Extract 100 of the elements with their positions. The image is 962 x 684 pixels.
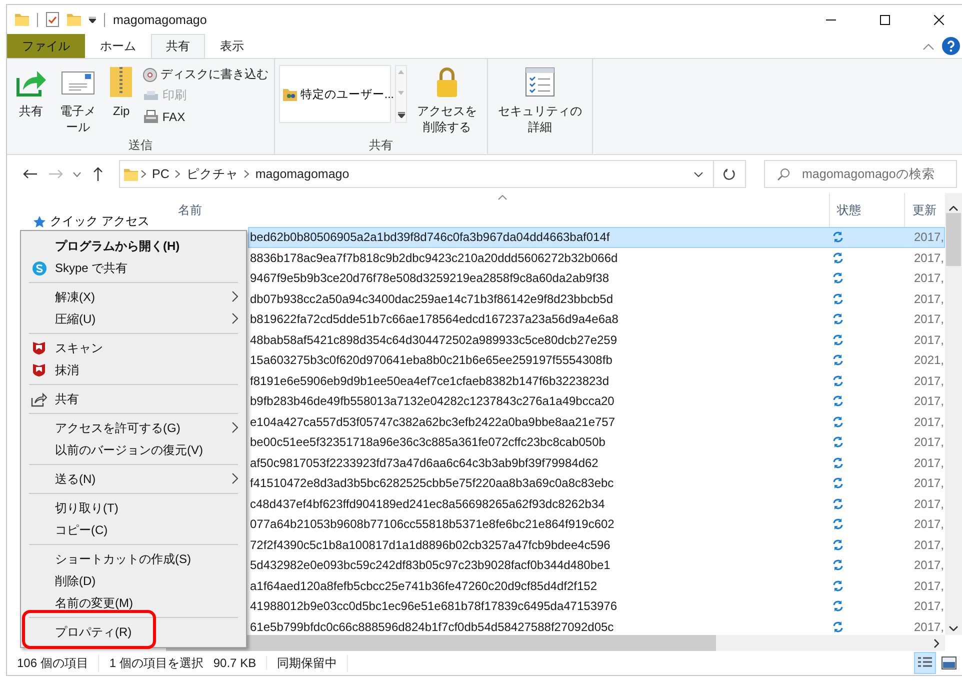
file-name: b9fb283b46de49fb558013a7132e04282c1237843c276a1a49bcca20 [249,394,616,408]
file-row[interactable]: b9fb283b46de49fb558013a7132e04282c1237843c276a1a49bcca20 2017, [248,391,945,412]
file-row[interactable]: db07b938cc2a50a94c3400dac259ae14c71b3f86142e9f8d23bbcb5d 2017, [248,288,945,309]
menu-item[interactable]: 抹消 [23,359,244,381]
users-icon [283,88,298,100]
file-name: 48bab58af5421c898d354c64d304472502a989933c5ce80dcb27e259 [249,332,618,347]
menu-item[interactable]: Skype で共有 [23,257,244,279]
collapse-ribbon-icon[interactable] [923,42,934,50]
checklist-icon [524,67,555,97]
ribbon-button[interactable]: セキュリティの詳細 [492,63,588,137]
share-list-item[interactable]: 特定のユーザー... [279,65,392,123]
file-row[interactable]: 61e5b799bfdc0c66c888596d824b1f7cf0db54d58427588f27092d05c 2017, [248,616,945,635]
menu-item[interactable]: ショートカットの作成(S) [23,548,244,570]
sync-icon [832,231,844,244]
file-name: 15a603275b3c0f620d970641eba8b0c21b6e65ee259197f5554308fb [249,353,614,368]
ribbon-button[interactable]: Zip [105,63,138,137]
group-label: 共有 [368,137,394,153]
folder-icon [15,13,29,26]
file-row[interactable]: 48bab58af5421c898d354c64d304472502a989933c5ce80dcb27e259 2017, [248,330,945,350]
breadcrumb[interactable]: ピクチャ [183,166,242,182]
file-row[interactable]: f8191e6e5906eb9d9b1ee50ea4ef7ce1cfaeb8382b147f6b3223823d 2017, [248,370,945,391]
file-row[interactable]: c48d437ef4bf623ffd904189ed241ec8a56698265a62f93dc8262b34 2017, [248,494,945,514]
menu-item[interactable]: 圧縮(U) [23,308,244,330]
forward-arrow-icon [49,169,63,179]
search-box[interactable]: magomagomagoの検索 [764,160,957,188]
file-row[interactable]: be00c51ee5f32351718a96e36c3c885a361fe072cffc23bc8cab050b 2017, [248,432,945,452]
ribbon-tab[interactable]: ファイル [7,34,85,58]
sync-icon [832,272,844,284]
menu-item[interactable]: 切り取り(T) [23,497,244,519]
file-row[interactable]: 5d432982e0e093bc59c242df83b05c97c23b9028facf0b344d480be1 2017, [248,555,945,576]
status-text: 90.7 KB [213,656,268,670]
sync-icon [832,600,844,612]
address-bar[interactable]: PC ピクチャ magomagomago [119,160,714,188]
modified-date: 2017, [912,414,944,429]
sync-icon [832,580,844,592]
dropdown-icon[interactable] [89,16,96,22]
list-scrollbar[interactable] [395,65,408,123]
skype-icon [32,260,46,276]
menu-item[interactable]: 解凍(X) [23,286,244,308]
modified-date: 2017, [912,620,944,634]
breadcrumb[interactable]: magomagomago [252,167,352,181]
file-row[interactable]: b819622fa72cd5dde51b7c66ae178564edcd167237a23a56d9a4e6a8 2017, [248,309,945,330]
file-row[interactable]: f41510472e8d3ad3b5bc6282525cbb5e75f220aa8b3a69c0a8c83ebc 2017, [248,473,945,494]
ribbon-tab[interactable]: 表示 [205,34,259,58]
ribbon-button[interactable]: ディスクに書き込む [141,65,270,84]
help-icon[interactable] [942,37,960,55]
menu-item[interactable]: 送る(N) [23,468,244,490]
horizontal-scrollbar[interactable] [166,635,945,651]
sync-icon [832,334,844,346]
modified-date: 2017, [912,332,944,347]
ribbon-button[interactable]: アクセスを削除する [411,63,483,137]
modified-date: 2017, [912,250,944,265]
modified-date: 2017, [912,517,944,532]
modified-date: 2017, [912,558,944,572]
menu-item[interactable]: スキャン [23,337,244,359]
sync-icon [832,292,844,305]
file-row[interactable]: 72f2f4390c5c1b8a100817d1a1d8896b02cb3257a47fcb9bdee4c596 2017, [248,534,945,555]
scroll-up-icon [949,206,958,211]
file-row[interactable]: 9467f9e5b9b3ce20d76f78e508d3259219ea2858f9c8a60da2ab9f38 2017, [248,268,945,288]
menu-item[interactable]: 共有 [23,388,244,410]
ribbon-button[interactable]: FAX [141,107,270,126]
menu-item[interactable]: 名前の変更(M) [23,592,244,614]
sync-icon [832,538,844,551]
file-row[interactable]: bed62b0b80506905a2a1bd39f8d746c0fa3b967da04dd4663baf014f 2017, [248,227,945,248]
breadcrumb[interactable]: PC [149,167,172,181]
ribbon-tab[interactable]: 共有 [151,34,205,58]
file-name: b819622fa72cd5dde51b7c66ae178564edcd167237a23a56d9a4e6a8 [249,312,620,326]
scrollbar-thumb[interactable] [946,213,961,266]
file-row[interactable]: e104a427ca557d53f05747c382a62bc3efb2422a0ba9bbe8aa21e757 2017, [248,412,945,432]
details-view-button[interactable] [914,652,936,674]
menu-item[interactable]: 削除(D) [23,570,244,592]
nav-item[interactable]: クイック アクセス [33,213,150,230]
vertical-scrollbar[interactable] [945,193,962,635]
properties-icon[interactable] [46,12,59,27]
file-row[interactable]: 8836b178ac9ea7f7b818c9b2dbc9423c210a20ddd5606272b32b066d 2017, [248,248,945,268]
search-field[interactable]: magomagomagoの検索 [800,166,954,182]
menu-item[interactable]: 以前のバージョンの復元(V) [23,439,244,461]
star-icon [33,216,46,228]
file-row[interactable]: af50c9817053f2233923fd73a47d6aa6c64c3b3ab9bf39f79984d62 2017, [248,452,945,473]
file-row[interactable]: a1f64aed120a8fefb5cbcc25e741b36fe47260c20d9cf85d4df2f152 2017, [248,576,945,596]
menu-item[interactable]: コピー(C) [23,519,244,541]
file-row[interactable]: 15a603275b3c0f620d970641eba8b0c21b6e65ee259197f5554308fb 2021, [248,350,945,370]
ribbon-tab[interactable]: ホーム [85,34,151,58]
lock-icon [435,66,460,98]
file-row[interactable]: 077a64b21053b9608b77106cc55818b5371e8fe6bc21e864f919c602 2017, [248,514,945,534]
file-row[interactable]: 41988012b9e03cc0d5bc1ec96e51e681b78f17839c6495da47153976 2017, [248,596,945,616]
sync-icon [832,313,844,326]
refresh-button[interactable] [714,160,746,188]
menu-item[interactable]: アクセスを許可する(G) [23,417,244,439]
menu-item[interactable]: プロパティ(R) [23,621,244,643]
status-text: 106 個の項目 [17,654,100,672]
menu-item[interactable]: プログラムから開く(H) [23,235,244,257]
refresh-icon [723,168,736,180]
column-header[interactable]: 更新 [905,193,945,227]
ribbon-button[interactable]: 共有 [11,63,51,137]
back-arrow-icon [23,169,37,179]
sync-icon [832,436,844,448]
modified-date: 2021, [912,353,944,368]
chevron-icon [175,170,180,178]
ribbon-button[interactable]: 電子メール [55,63,102,137]
